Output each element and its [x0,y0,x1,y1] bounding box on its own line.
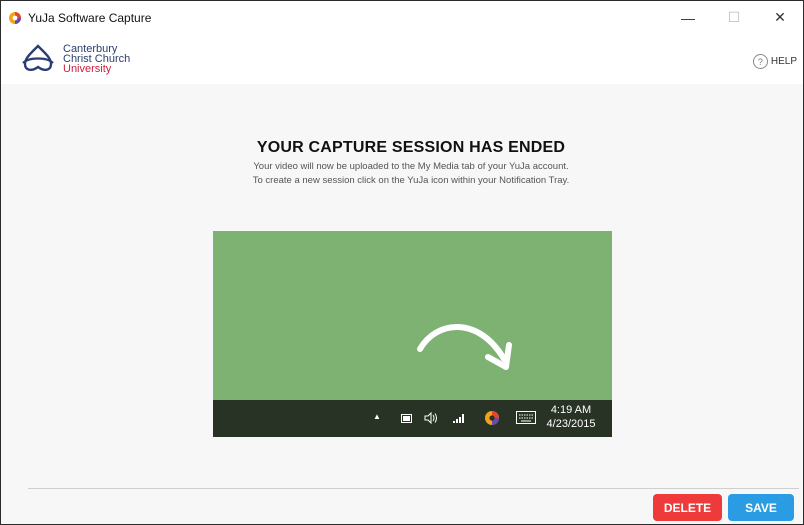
app-header: Canterbury Christ Church University ? HE… [1,34,803,84]
maximize-button[interactable]: ☐ [711,1,757,34]
save-button[interactable]: SAVE [728,494,794,521]
logo-line-3: University [63,63,112,75]
tray-clock: 4:19 AM 4/23/2015 [547,403,596,431]
new-session-message: To create a new session click on the YuJ… [252,175,570,186]
university-logo-icon [22,44,54,72]
volume-icon [424,412,437,424]
app-window: YuJa Software Capture — ☐ ✕ Canterbury C… [0,0,804,525]
title-bar[interactable]: YuJa Software Capture — ☐ ✕ [1,1,803,34]
university-logo: Canterbury Christ Church University [19,43,130,75]
window-controls: — ☐ ✕ [665,1,803,34]
yuja-logo-icon [9,11,21,24]
help-icon: ? [752,54,768,69]
delete-button[interactable]: DELETE [653,494,722,521]
network-signal-icon [453,414,464,423]
clock-time: 4:19 AM [550,404,592,416]
curved-arrow-icon [417,324,512,370]
university-name: Canterbury Christ Church University [63,44,130,75]
help-button[interactable]: ? HELP [752,54,797,69]
minimize-button[interactable]: — [665,1,711,34]
battery-icon [401,414,412,423]
close-button[interactable]: ✕ [757,1,803,34]
keyboard-icon [516,411,536,424]
main-content: YOUR CAPTURE SESSION HAS ENDED Your vide… [1,84,803,484]
footer-divider [28,488,799,489]
page-title: YOUR CAPTURE SESSION HAS ENDED [256,139,566,156]
upload-message: Your video will now be uploaded to the M… [253,161,569,172]
yuja-tray-icon [485,411,499,425]
show-hidden-icons-icon: ▲ [373,412,381,421]
taskbar-tray: ▲ 4:19 AM 4/23/2015 [213,400,612,437]
window-title: YuJa Software Capture [28,10,152,25]
help-label: HELP [770,56,797,67]
notification-tray-illustration: ▲ 4:19 AM 4/23/2015 [213,231,612,437]
clock-date: 4/23/2015 [546,418,596,430]
